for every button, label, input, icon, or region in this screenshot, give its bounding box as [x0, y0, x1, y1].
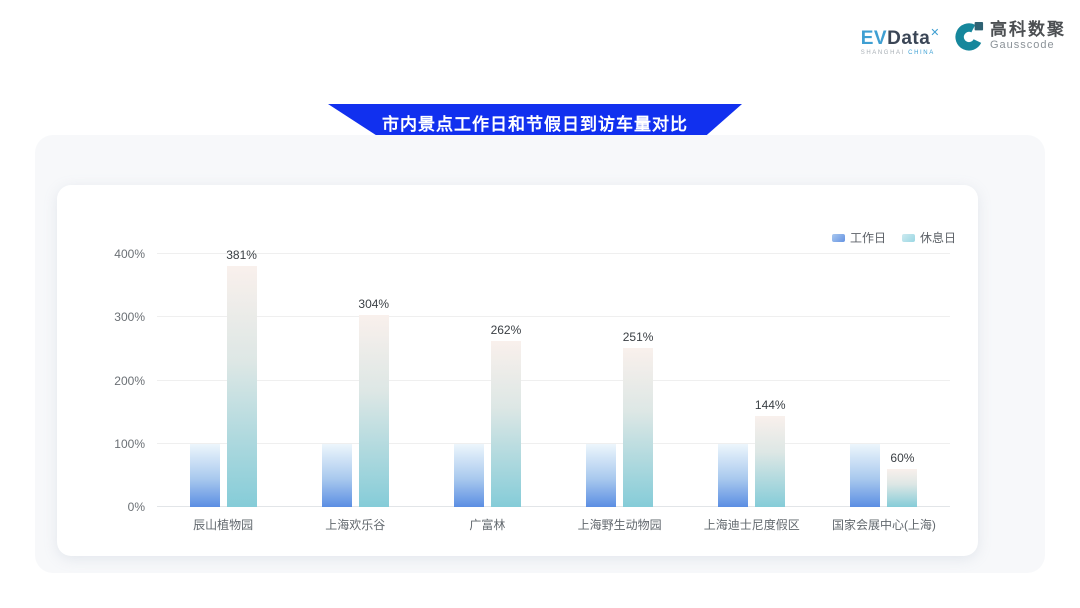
- content-panel: 工作日 休息日 0%100%200%300%400%381%辰山植物园304%上…: [35, 135, 1045, 573]
- legend-swatch-workday-icon: [832, 234, 845, 242]
- bar-休息日: 60%: [887, 469, 917, 507]
- bar-休息日: 251%: [623, 348, 653, 507]
- header-logos: EVData✕ SHANGHAI CHINA 高科数聚 Gausscode: [861, 20, 1066, 56]
- y-axis-tick-label: 400%: [99, 247, 145, 261]
- y-axis-tick-label: 300%: [99, 310, 145, 324]
- bar-休息日: 381%: [227, 266, 257, 507]
- x-axis-category-label: 上海野生动物园: [554, 516, 686, 533]
- evdata-x-icon: ✕: [930, 27, 940, 39]
- evdata-logo: EVData✕ SHANGHAI CHINA: [861, 24, 940, 56]
- evdata-wordmark: EVData✕: [861, 24, 940, 48]
- bar-工作日: [718, 444, 748, 507]
- page-title: 市内景点工作日和节假日到访车量对比: [382, 110, 688, 135]
- evdata-data-text: Data: [887, 28, 930, 49]
- legend-item-restday[interactable]: 休息日: [902, 229, 956, 246]
- bar-value-label: 60%: [890, 451, 914, 465]
- bar-group: 60%国家会展中心(上海): [818, 254, 950, 507]
- bar-value-label: 262%: [491, 323, 522, 337]
- bar-groups: 381%辰山植物园304%上海欢乐谷262%广富林251%上海野生动物园144%…: [157, 254, 950, 507]
- chart-card: 工作日 休息日 0%100%200%300%400%381%辰山植物园304%上…: [57, 185, 978, 556]
- bar-休息日: 304%: [359, 315, 389, 507]
- x-axis-category-label: 辰山植物园: [157, 516, 289, 533]
- legend-item-workday[interactable]: 工作日: [832, 229, 886, 246]
- bar-group: 251%上海野生动物园: [554, 254, 686, 507]
- bar-chart: 0%100%200%300%400%381%辰山植物园304%上海欢乐谷262%…: [157, 254, 950, 507]
- bar-group: 262%广富林: [421, 254, 553, 507]
- evdata-subtext-left: SHANGHAI: [861, 50, 905, 56]
- y-axis-tick-label: 0%: [99, 500, 145, 514]
- bar-工作日: [190, 444, 220, 507]
- gausscode-icon: [954, 21, 984, 51]
- gausscode-text: 高科数聚 Gausscode: [990, 20, 1066, 51]
- evdata-ev-text: EV: [861, 28, 887, 49]
- x-axis-category-label: 上海欢乐谷: [289, 516, 421, 533]
- x-axis-category-label: 国家会展中心(上海): [818, 516, 950, 533]
- bar-group: 304%上海欢乐谷: [289, 254, 421, 507]
- gausscode-cn-name: 高科数聚: [990, 20, 1066, 39]
- bar-工作日: [850, 444, 880, 507]
- bar-工作日: [454, 444, 484, 507]
- bar-group: 381%辰山植物园: [157, 254, 289, 507]
- bar-工作日: [322, 444, 352, 507]
- evdata-subtext: SHANGHAI CHINA: [861, 50, 935, 56]
- y-axis-tick-label: 200%: [99, 374, 145, 388]
- gausscode-en-name: Gausscode: [990, 39, 1066, 51]
- bar-value-label: 251%: [623, 330, 654, 344]
- y-axis-tick-label: 100%: [99, 437, 145, 451]
- bar-group: 144%上海迪士尼度假区: [686, 254, 818, 507]
- legend-swatch-restday-icon: [902, 234, 915, 242]
- chart-legend: 工作日 休息日: [832, 229, 956, 246]
- bar-value-label: 381%: [226, 248, 257, 262]
- bar-工作日: [586, 444, 616, 507]
- bar-休息日: 262%: [491, 341, 521, 507]
- gausscode-logo: 高科数聚 Gausscode: [954, 20, 1066, 51]
- x-axis-category-label: 上海迪士尼度假区: [686, 516, 818, 533]
- evdata-subtext-right: CHINA: [908, 50, 935, 56]
- bar-休息日: 144%: [755, 416, 785, 507]
- bar-value-label: 144%: [755, 398, 786, 412]
- legend-label-restday: 休息日: [920, 229, 956, 246]
- x-axis-category-label: 广富林: [421, 516, 553, 533]
- bar-value-label: 304%: [358, 297, 389, 311]
- legend-label-workday: 工作日: [850, 229, 886, 246]
